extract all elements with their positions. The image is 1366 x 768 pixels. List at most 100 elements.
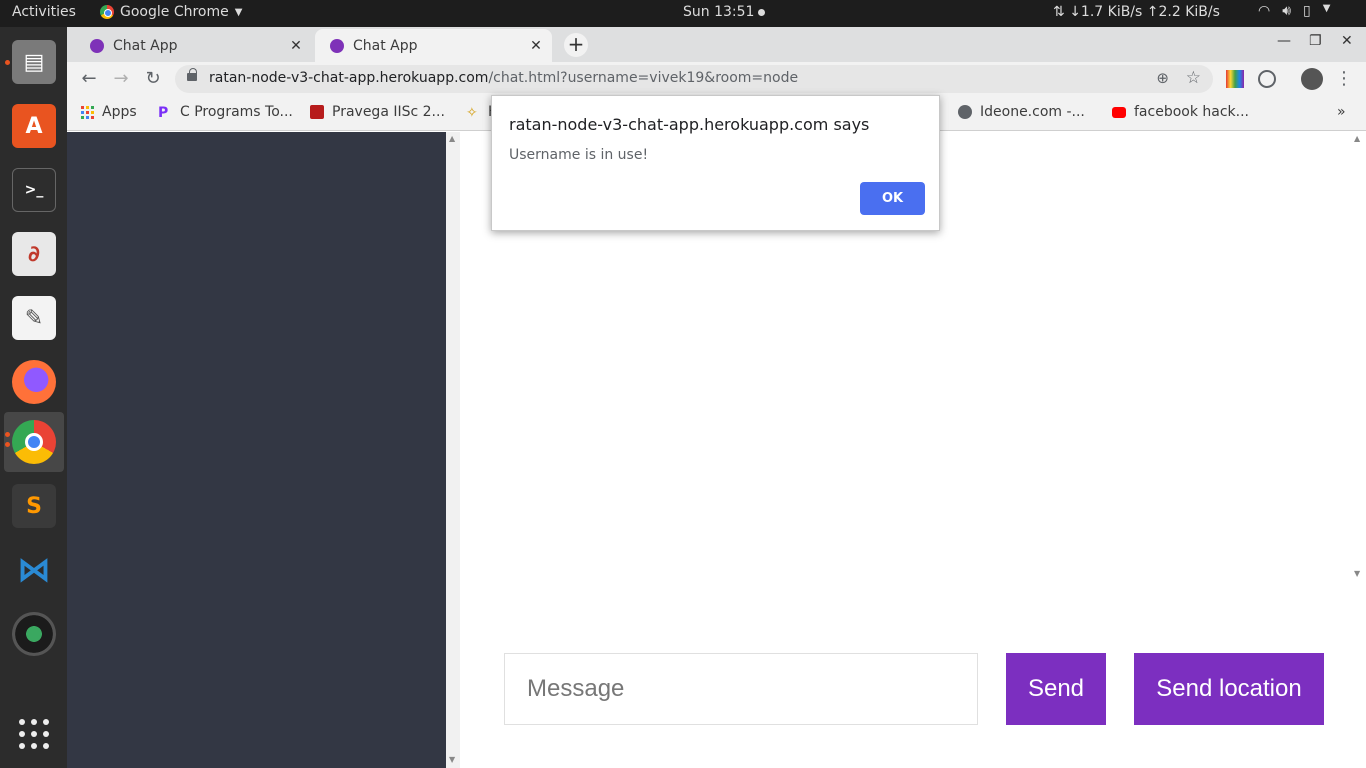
notification-dot-icon — [758, 8, 766, 16]
chat-sidebar — [67, 132, 446, 768]
extension-icon[interactable] — [1226, 70, 1244, 88]
tab-favicon-icon — [330, 38, 344, 53]
software-center-icon: A — [12, 104, 56, 148]
maximize-button[interactable]: ❐ — [1309, 33, 1322, 49]
tab-close-icon[interactable]: ✕ — [286, 38, 306, 54]
wifi-icon: ◠ — [1258, 3, 1271, 19]
tab-chat-app-2[interactable]: Chat App ✕ — [315, 29, 552, 62]
alert-title: ratan-node-v3-chat-app.herokuapp.com say… — [509, 115, 870, 134]
alert-message: Username is in use! — [509, 147, 649, 163]
url-host: ratan-node-v3-chat-app.herokuapp.com — [209, 70, 489, 86]
send-location-button[interactable]: Send location — [1134, 653, 1324, 725]
text-editor-icon: ✎ — [12, 296, 56, 340]
dock-item-software-center[interactable]: A — [4, 96, 64, 156]
bookmark-favicon-icon — [310, 105, 324, 119]
new-tab-button[interactable]: + — [564, 33, 588, 57]
chrome-icon — [12, 420, 56, 464]
running-indicator — [5, 442, 10, 447]
alert-dialog: ratan-node-v3-chat-app.herokuapp.com say… — [491, 95, 940, 231]
network-speed: ⇅ ↓1.7 KiB/s ↑2.2 KiB/s — [1053, 4, 1220, 20]
document-viewer-icon: ∂ — [12, 232, 56, 276]
messages-scrollbar[interactable]: ▲ ▼ — [1351, 132, 1366, 582]
dock-item-sublime-text[interactable]: S — [4, 476, 64, 536]
bookmark-c-programs[interactable]: P C Programs To... — [158, 104, 293, 121]
bookmark-favicon-icon: ✧ — [466, 105, 478, 121]
system-menu-chevron-icon: ▼ — [1322, 3, 1331, 14]
tab-title: Chat App — [113, 37, 178, 54]
message-composer: Send Send location — [460, 582, 1366, 768]
files-icon: ▤ — [12, 40, 56, 84]
bookmark-label: Apps — [102, 104, 137, 120]
bookmarks-overflow-icon[interactable]: » — [1337, 104, 1346, 120]
app-menu-label: Google Chrome — [120, 4, 229, 20]
bookmark-star-icon[interactable]: ☆ — [1186, 68, 1201, 88]
camera-icon — [12, 612, 56, 656]
minimize-button[interactable]: — — [1277, 33, 1291, 49]
terminal-icon: >_ — [12, 168, 56, 212]
bookmark-label: facebook hack... — [1134, 104, 1250, 120]
bookmark-facebook-hack[interactable]: facebook hack... — [1112, 104, 1249, 120]
tab-title: Chat App — [353, 37, 418, 54]
tab-favicon-icon — [90, 38, 104, 53]
reload-button[interactable]: ↻ — [141, 67, 165, 91]
extension-icon[interactable] — [1258, 70, 1276, 88]
tab-strip: Chat App ✕ Chat App ✕ + — ❐ ✕ — [67, 27, 1366, 62]
scroll-up-icon[interactable]: ▲ — [1354, 134, 1360, 143]
url-text: ratan-node-v3-chat-app.herokuapp.com/cha… — [209, 70, 798, 86]
dock-item-text-editor[interactable]: ✎ — [4, 288, 64, 348]
running-indicator — [5, 432, 10, 437]
youtube-icon — [1112, 106, 1126, 118]
dock-item-camera[interactable] — [4, 604, 64, 664]
menu-icon[interactable]: ⋮ — [1332, 67, 1356, 91]
url-path: /chat.html?username=vivek19&room=node — [488, 70, 799, 86]
bookmark-label: Ideone.com -... — [980, 104, 1085, 120]
lock-icon — [187, 68, 197, 81]
activities-button[interactable]: Activities — [12, 4, 76, 20]
dock-item-terminal[interactable]: >_ — [4, 160, 64, 220]
scroll-up-icon[interactable]: ▲ — [449, 134, 455, 143]
scroll-down-icon[interactable]: ▼ — [1354, 569, 1360, 578]
bookmark-ideone[interactable]: Ideone.com -... — [958, 104, 1085, 120]
sidebar-scrollbar[interactable]: ▲ ▼ — [446, 132, 460, 768]
bookmark-favicon-icon: P — [158, 105, 169, 121]
tab-chat-app-1[interactable]: Chat App ✕ — [75, 29, 312, 62]
close-window-button[interactable]: ✕ — [1341, 33, 1353, 49]
send-button[interactable]: Send — [1006, 653, 1106, 725]
dock-item-vscode[interactable]: ⋈ — [4, 540, 64, 600]
bookmark-apps[interactable]: Apps — [81, 104, 137, 120]
browser-window: Chat App ✕ Chat App ✕ + — ❐ ✕ ← → ↻ rata… — [67, 27, 1366, 768]
bookmark-pravega[interactable]: Pravega IISc 2... — [310, 104, 445, 120]
scroll-down-icon[interactable]: ▼ — [449, 755, 455, 764]
battery-icon: ▯ — [1303, 3, 1311, 19]
message-input[interactable] — [504, 653, 978, 725]
forward-button[interactable]: → — [109, 67, 133, 91]
tab-close-icon[interactable]: ✕ — [526, 38, 546, 54]
back-button[interactable]: ← — [77, 67, 101, 91]
dock-item-chrome[interactable] — [4, 412, 64, 472]
bookmark-label: Pravega IISc 2... — [332, 104, 445, 120]
dock-item-files[interactable]: ▤ — [4, 32, 64, 92]
volume-icon: 🔊︎ — [1282, 3, 1292, 19]
network-speed-label: ↓1.7 KiB/s ↑2.2 KiB/s — [1069, 4, 1220, 20]
browser-toolbar: ← → ↻ ratan-node-v3-chat-app.herokuapp.c… — [67, 62, 1366, 96]
dock: ▤ A >_ ∂ ✎ S ⋈ — [0, 27, 67, 768]
address-bar[interactable]: ratan-node-v3-chat-app.herokuapp.com/cha… — [175, 65, 1213, 93]
sublime-text-icon: S — [12, 484, 56, 528]
apps-grid-icon — [19, 719, 49, 749]
running-indicator — [5, 60, 10, 65]
chrome-icon — [100, 5, 114, 19]
system-tray[interactable]: ◠ 🔊︎ ▯ ▼ — [1258, 3, 1330, 19]
show-applications-button[interactable] — [4, 704, 64, 764]
clock-label: Sun 13:51 — [683, 4, 755, 20]
ok-button[interactable]: OK — [860, 182, 925, 215]
dock-item-document-viewer[interactable]: ∂ — [4, 224, 64, 284]
bookmark-label: C Programs To... — [180, 104, 293, 120]
app-menu[interactable]: Google Chrome ▼ — [100, 4, 242, 20]
firefox-icon — [12, 360, 56, 404]
apps-grid-icon — [81, 105, 94, 119]
clock[interactable]: Sun 13:51 — [683, 4, 766, 20]
dock-item-firefox[interactable] — [4, 352, 64, 412]
system-top-bar: Activities Google Chrome ▼ Sun 13:51 ⇅ ↓… — [0, 0, 1366, 27]
zoom-icon[interactable]: ⊕ — [1156, 69, 1169, 87]
profile-avatar[interactable] — [1301, 68, 1323, 90]
